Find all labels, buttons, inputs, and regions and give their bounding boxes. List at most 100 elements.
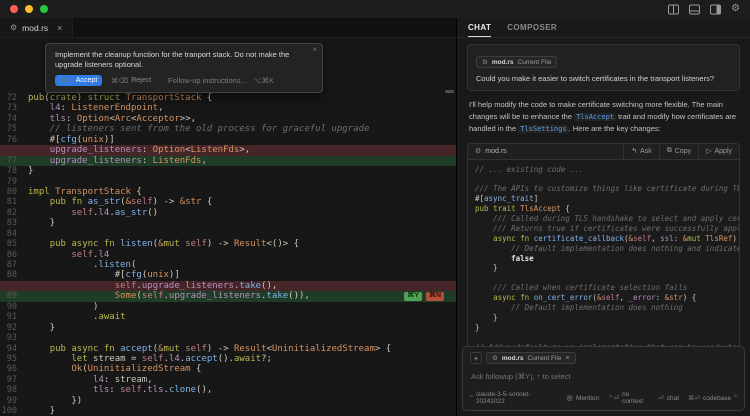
chevron-icon: ^ bbox=[470, 395, 473, 401]
chat-code-line bbox=[475, 333, 739, 343]
toggle-panel-icon[interactable] bbox=[689, 4, 700, 15]
code-line: 86 self.l4 bbox=[0, 250, 456, 260]
line-number: 96 bbox=[0, 364, 28, 374]
chat-code-line: } bbox=[475, 323, 739, 333]
code-line: 100 } bbox=[0, 406, 456, 416]
minimize-window-button[interactable] bbox=[25, 5, 33, 13]
rust-file-icon: ⚙ bbox=[10, 23, 17, 32]
chat-code-line: async fn on_cert_error(&self, _error: &s… bbox=[475, 293, 739, 303]
apply-button[interactable]: ▷ Apply bbox=[698, 144, 739, 159]
editor-tabbar: ⚙ mod.rs × bbox=[0, 18, 456, 38]
chat-code-line bbox=[475, 174, 739, 184]
copy-label: Copy bbox=[675, 148, 691, 155]
line-number bbox=[0, 145, 28, 155]
maximize-window-button[interactable] bbox=[40, 5, 48, 13]
chat-code-line: // Default implementation does nothing bbox=[475, 303, 739, 313]
chat-submit-label: chat bbox=[667, 395, 679, 402]
accept-button[interactable]: ⌘⏎ Accept bbox=[55, 75, 102, 86]
code-line: 87 .listen( bbox=[0, 260, 456, 270]
code-line: 83 } bbox=[0, 218, 456, 228]
settings-gear-icon[interactable]: ⚙ bbox=[731, 4, 740, 14]
chip-badge: Current File bbox=[528, 355, 562, 362]
tab-mod-rs[interactable]: ⚙ mod.rs × bbox=[0, 18, 73, 37]
code-line: 88 #[cfg(unix)] bbox=[0, 270, 456, 280]
line-number: 76 bbox=[0, 135, 28, 145]
line-number: 81 bbox=[0, 197, 28, 207]
code-text: .await bbox=[28, 312, 126, 322]
apply-icon: ▷ bbox=[706, 147, 711, 155]
reject-button[interactable]: ⌘⌫ Reject bbox=[111, 77, 151, 85]
code-line: 80impl TransportStack { bbox=[0, 187, 456, 197]
code-line: self.upgrade_listeners.take(), bbox=[0, 281, 456, 291]
line-number: 90 bbox=[0, 302, 28, 312]
chat-code-block: ⚙ mod.rs ↰ Ask ⧉ Copy ▷ Apply bbox=[467, 143, 740, 369]
code-text: Some(self.upgrade_listeners.take()), bbox=[28, 291, 310, 301]
ask-button[interactable]: ↰ Ask bbox=[623, 144, 659, 159]
close-window-button[interactable] bbox=[10, 5, 18, 13]
line-number: 83 bbox=[0, 218, 28, 228]
chip-close-icon[interactable]: × bbox=[565, 355, 569, 362]
line-number: 75 bbox=[0, 124, 28, 134]
line-number: 79 bbox=[0, 177, 28, 187]
code-line: 72pub(crate) struct TransportStack { bbox=[0, 93, 456, 103]
code-line: 92 } bbox=[0, 323, 456, 333]
line-number: 95 bbox=[0, 354, 28, 364]
code-line: 75 // listeners sent from the old proces… bbox=[0, 124, 456, 134]
popup-close-icon[interactable]: × bbox=[312, 46, 317, 54]
toggle-secondary-sidebar-icon[interactable] bbox=[710, 4, 721, 15]
code-line: 74 tls: Option<Arc<Acceptor>>, bbox=[0, 114, 456, 124]
codebase-button[interactable]: ⌘⏎ codebase ^ bbox=[688, 391, 737, 405]
code-line: 78} bbox=[0, 166, 456, 176]
chip-filename: mod.rs bbox=[502, 355, 524, 362]
code-text: Ok(UninitializedStream { bbox=[28, 364, 201, 374]
line-number: 91 bbox=[0, 312, 28, 322]
followup-label: Follow-up instructions... bbox=[168, 76, 247, 85]
code-text: #[cfg(unix)] bbox=[28, 270, 180, 280]
codebase-shortcut: ⌘⏎ bbox=[688, 394, 700, 402]
code-text: self.l4.as_str() bbox=[28, 208, 158, 218]
inline-code: TlsSettings bbox=[518, 125, 568, 133]
code-text: upgrade_listeners: ListenFds, bbox=[28, 156, 207, 166]
context-file-chip[interactable]: ⚙ mod.rs Current File bbox=[476, 56, 557, 68]
code-text: upgrade_listeners: Option<ListenFds>, bbox=[28, 145, 250, 155]
line-number bbox=[0, 281, 28, 291]
code-text: pub async fn accept(&mut self) -> Result… bbox=[28, 344, 391, 354]
tab-close-icon[interactable]: × bbox=[57, 23, 62, 33]
line-number: 92 bbox=[0, 323, 28, 333]
chat-input-box[interactable]: + ⚙ mod.rs Current File × Ask followup (… bbox=[462, 346, 745, 411]
line-number: 84 bbox=[0, 229, 28, 239]
scrollbar-thumb[interactable] bbox=[445, 90, 454, 93]
reject-label: Reject bbox=[131, 77, 151, 84]
code-text: impl TransportStack { bbox=[28, 187, 142, 197]
code-text: l4: stream, bbox=[28, 375, 153, 385]
tab-chat[interactable]: CHAT bbox=[468, 18, 491, 37]
no-context-button[interactable]: ⌃⏎ no context bbox=[608, 391, 649, 405]
accept-label: Accept bbox=[76, 77, 97, 84]
no-context-shortcut: ⌃⏎ bbox=[608, 394, 619, 402]
code-line: 99 }) bbox=[0, 396, 456, 406]
code-text: }) bbox=[28, 396, 82, 406]
diff-accept-badge[interactable]: ⌘Y bbox=[404, 292, 422, 301]
reject-shortcut: ⌘⌫ bbox=[111, 77, 128, 85]
tab-composer[interactable]: COMPOSER bbox=[507, 18, 557, 37]
copy-icon: ⧉ bbox=[667, 147, 672, 155]
code-line: 94 pub async fn accept(&mut self) -> Res… bbox=[0, 344, 456, 354]
tab-label: mod.rs bbox=[22, 23, 48, 33]
chat-code-line: false bbox=[475, 254, 739, 264]
split-editor-icon[interactable] bbox=[668, 4, 679, 15]
diff-reject-badge[interactable]: ⌘N bbox=[426, 292, 444, 301]
code-editor[interactable]: Implement the cleanup function for the t… bbox=[0, 38, 456, 416]
line-number: 82 bbox=[0, 208, 28, 218]
followup-instructions-button[interactable]: Follow-up instructions... ⌥⌘K bbox=[168, 76, 274, 85]
line-number: 87 bbox=[0, 260, 28, 270]
followup-shortcut: ⌥⌘K bbox=[253, 76, 274, 85]
code-line: 85 pub async fn listen(&mut self) -> Res… bbox=[0, 239, 456, 249]
add-context-button[interactable]: + bbox=[470, 352, 482, 364]
chat-submit-button[interactable]: ⏎ chat bbox=[658, 391, 679, 405]
model-selector[interactable]: ^ claude-3-5-sonnet-20241022 bbox=[470, 391, 557, 405]
chat-input-placeholder[interactable]: Ask followup (⌘Y), ↑ to select bbox=[471, 372, 736, 381]
chevron-icon: ^ bbox=[734, 395, 737, 401]
mention-button[interactable]: @ Mention bbox=[566, 395, 599, 402]
input-context-file-chip[interactable]: ⚙ mod.rs Current File × bbox=[486, 352, 576, 364]
copy-button[interactable]: ⧉ Copy bbox=[659, 144, 698, 159]
